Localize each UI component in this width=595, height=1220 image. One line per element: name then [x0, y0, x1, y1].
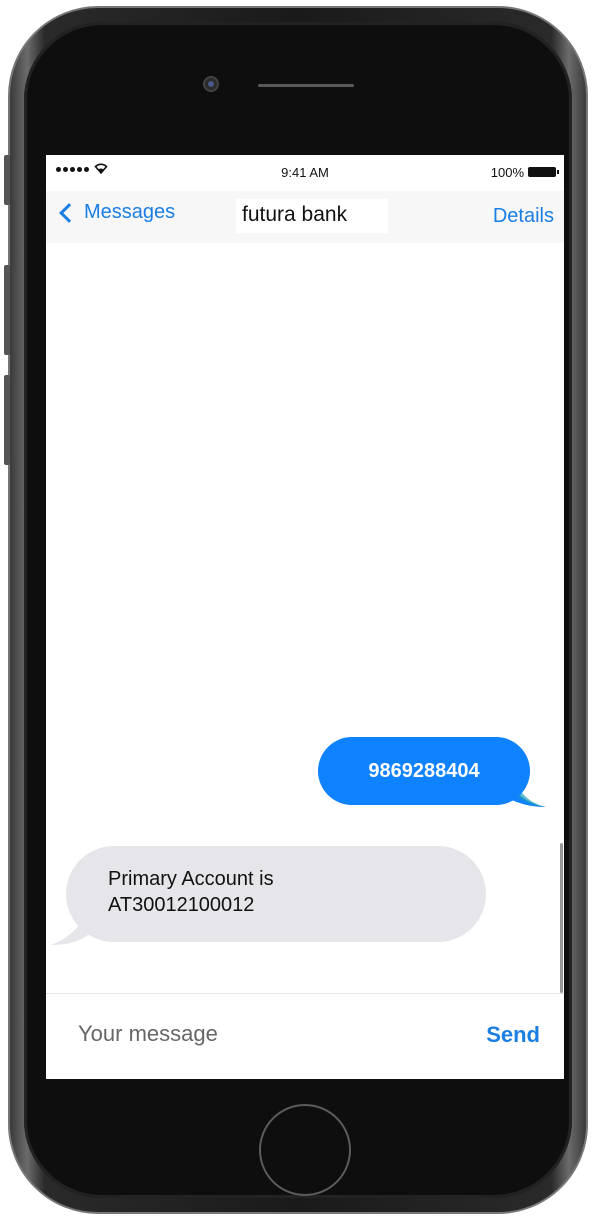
received-message-line-2: AT30012100012 [108, 894, 255, 916]
mute-switch [4, 155, 10, 205]
sent-message-text: 9869288404 [368, 759, 480, 782]
details-button[interactable]: Details [493, 205, 554, 228]
received-message-line-1: Primary Account is [108, 868, 274, 890]
volume-down-button [4, 375, 10, 465]
battery-percent: 100% [490, 165, 524, 180]
message-list[interactable]: 9869288404 Primary Account is AT30012100… [46, 243, 564, 993]
phone-screen: 9:41 AM 100% Messages futura bank Detail… [46, 155, 564, 1079]
send-button[interactable]: Send [486, 1022, 540, 1048]
sent-message-bubble[interactable]: 9869288404 [318, 737, 530, 805]
received-message-bubble[interactable]: Primary Account is AT30012100012 [66, 846, 486, 942]
back-button[interactable]: Messages [56, 201, 175, 224]
camera-icon [203, 76, 219, 92]
nav-bar: Messages futura bank Details [46, 191, 564, 243]
back-label: Messages [84, 201, 176, 223]
home-button[interactable] [259, 1104, 351, 1196]
battery-icon [528, 167, 559, 177]
status-bar: 9:41 AM 100% [46, 155, 564, 191]
conversation-title: futura bank [236, 199, 388, 233]
volume-up-button [4, 265, 10, 355]
compose-bar: Send [46, 994, 564, 1079]
speaker-grille [258, 84, 354, 87]
message-input[interactable] [78, 1014, 438, 1054]
scrollbar[interactable] [560, 843, 563, 993]
chevron-left-icon [59, 202, 79, 223]
status-time: 9:41 AM [281, 165, 329, 180]
